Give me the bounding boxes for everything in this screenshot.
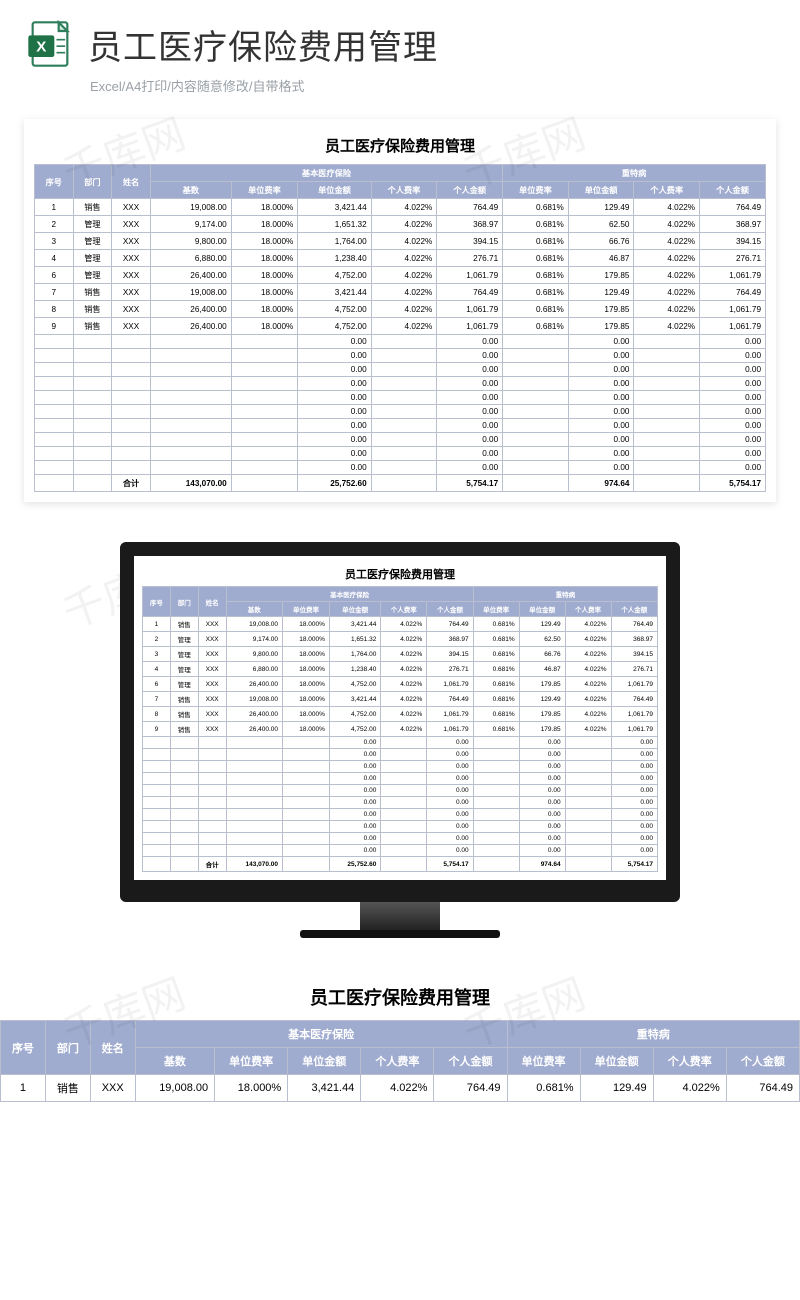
col-group-basic: 基本医疗保险 <box>226 587 473 602</box>
table-row-empty: 0.000.000.000.00 <box>35 377 766 391</box>
col-seq: 序号 <box>1 1021 46 1075</box>
col-pers-rate: 个人费率 <box>371 182 437 199</box>
page-title: 员工医疗保险费用管理 <box>88 20 438 69</box>
col-pers-rate: 个人费率 <box>361 1048 434 1075</box>
table-row-empty: 0.000.000.000.00 <box>35 335 766 349</box>
table-row-empty: 0.000.000.000.00 <box>143 749 658 761</box>
excel-file-icon: X <box>24 18 76 70</box>
col-pers-rate2: 个人费率 <box>634 182 700 199</box>
table-row-empty: 0.000.000.000.00 <box>143 773 658 785</box>
col-pers-amt: 个人金额 <box>427 602 473 617</box>
page-header: X 员工医疗保险费用管理 <box>0 0 800 76</box>
table-row: 9销售XXX26,400.0018.000%4,752.004.022%1,06… <box>35 318 766 335</box>
col-pers-rate: 个人费率 <box>381 602 427 617</box>
table-row-empty: 0.000.000.000.00 <box>143 845 658 857</box>
col-unit-rate2: 单位费率 <box>503 182 569 199</box>
col-dept: 部门 <box>45 1021 90 1075</box>
spreadsheet-table: 序号部门姓名基本医疗保险重特病基数单位费率单位金额个人费率个人金额单位费率单位金… <box>0 1020 800 1102</box>
table-row: 8销售XXX26,400.0018.000%4,752.004.022%1,06… <box>143 707 658 722</box>
table-row: 4管理XXX6,880.0018.000%1,238.404.022%276.7… <box>143 662 658 677</box>
col-unit-rate: 单位费率 <box>283 602 330 617</box>
spreadsheet-table: 序号部门姓名基本医疗保险重特病基数单位费率单位金额个人费率个人金额单位费率单位金… <box>34 164 766 492</box>
table-row: 1销售XXX19,008.0018.000%3,421.444.022%764.… <box>143 617 658 632</box>
col-unit-amt2: 单位金额 <box>568 182 634 199</box>
col-name: 姓名 <box>90 1021 135 1075</box>
col-dept: 部门 <box>73 165 112 199</box>
table-row-empty: 0.000.000.000.00 <box>143 833 658 845</box>
col-unit-amt2: 单位金额 <box>580 1048 653 1075</box>
col-name: 姓名 <box>198 587 226 617</box>
col-dept: 部门 <box>170 587 198 617</box>
col-group-basic: 基本医疗保险 <box>135 1021 507 1048</box>
table-row: 3管理XXX9,800.0018.000%1,764.004.022%394.1… <box>143 647 658 662</box>
template-preview-card: 员工医疗保险费用管理 序号部门姓名基本医疗保险重特病基数单位费率单位金额个人费率… <box>24 119 776 502</box>
col-group-serious: 重特病 <box>473 587 657 602</box>
col-pers-rate2: 个人费率 <box>653 1048 726 1075</box>
col-name: 姓名 <box>112 165 151 199</box>
col-group-basic: 基本医疗保险 <box>150 165 502 182</box>
col-unit-rate: 单位费率 <box>215 1048 288 1075</box>
table-row: 7销售XXX19,008.0018.000%3,421.444.022%764.… <box>143 692 658 707</box>
col-base: 基数 <box>226 602 282 617</box>
table-row: 9销售XXX26,400.0018.000%4,752.004.022%1,06… <box>143 722 658 737</box>
col-pers-amt: 个人金额 <box>434 1048 507 1075</box>
table-row-empty: 0.000.000.000.00 <box>143 797 658 809</box>
col-pers-rate2: 个人费率 <box>565 602 611 617</box>
table-row: 7销售XXX19,008.0018.000%3,421.444.022%764.… <box>35 284 766 301</box>
col-seq: 序号 <box>35 165 74 199</box>
col-unit-amt: 单位金额 <box>288 1048 361 1075</box>
col-unit-rate2: 单位费率 <box>507 1048 580 1075</box>
table-row-empty: 0.000.000.000.00 <box>35 363 766 377</box>
table-row-empty: 0.000.000.000.00 <box>35 391 766 405</box>
table-row-empty: 0.000.000.000.00 <box>35 405 766 419</box>
sheet-title: 员工医疗保险费用管理 <box>0 974 800 1020</box>
sheet-title: 员工医疗保险费用管理 <box>142 564 658 586</box>
table-row-empty: 0.000.000.000.00 <box>143 809 658 821</box>
col-pers-amt2: 个人金额 <box>700 182 766 199</box>
col-unit-amt2: 单位金额 <box>519 602 565 617</box>
table-row-empty: 0.000.000.000.00 <box>35 433 766 447</box>
table-row-empty: 0.000.000.000.00 <box>143 785 658 797</box>
col-group-serious: 重特病 <box>503 165 766 182</box>
col-base: 基数 <box>150 182 231 199</box>
table-row-empty: 0.000.000.000.00 <box>143 761 658 773</box>
col-group-serious: 重特病 <box>507 1021 800 1048</box>
col-pers-amt: 个人金额 <box>437 182 503 199</box>
table-row: 6管理XXX26,400.0018.000%4,752.004.022%1,06… <box>143 677 658 692</box>
col-unit-rate: 单位费率 <box>231 182 298 199</box>
col-pers-amt2: 个人金额 <box>611 602 657 617</box>
spreadsheet-table: 序号部门姓名基本医疗保险重特病基数单位费率单位金额个人费率个人金额单位费率单位金… <box>142 586 658 872</box>
table-total-row: 合计143,070.0025,752.605,754.17974.645,754… <box>143 857 658 872</box>
table-row-empty: 0.000.000.000.00 <box>143 737 658 749</box>
table-row: 1销售XXX19,008.0018.000%3,421.444.022%764.… <box>1 1075 800 1102</box>
monitor-mockup: 员工医疗保险费用管理 序号部门姓名基本医疗保险重特病基数单位费率单位金额个人费率… <box>0 542 800 938</box>
table-row-empty: 0.000.000.000.00 <box>35 419 766 433</box>
table-row: 6管理XXX26,400.0018.000%4,752.004.022%1,06… <box>35 267 766 284</box>
table-row: 2管理XXX9,174.0018.000%1,651.324.022%368.9… <box>143 632 658 647</box>
col-seq: 序号 <box>143 587 171 617</box>
page-subtitle: Excel/A4打印/内容随意修改/自带格式 <box>0 76 800 109</box>
table-row: 8销售XXX26,400.0018.000%4,752.004.022%1,06… <box>35 301 766 318</box>
table-row: 3管理XXX9,800.0018.000%1,764.004.022%394.1… <box>35 233 766 250</box>
col-base: 基数 <box>135 1048 214 1075</box>
table-row: 4管理XXX6,880.0018.000%1,238.404.022%276.7… <box>35 250 766 267</box>
table-row-empty: 0.000.000.000.00 <box>143 821 658 833</box>
col-unit-amt: 单位金额 <box>298 182 371 199</box>
table-row-empty: 0.000.000.000.00 <box>35 447 766 461</box>
table-row: 2管理XXX9,174.0018.000%1,651.324.022%368.9… <box>35 216 766 233</box>
col-pers-amt2: 个人金额 <box>726 1048 799 1075</box>
svg-text:X: X <box>36 39 46 56</box>
col-unit-rate2: 单位费率 <box>473 602 519 617</box>
table-total-row: 合计143,070.0025,752.605,754.17974.645,754… <box>35 475 766 492</box>
table-row-empty: 0.000.000.000.00 <box>35 349 766 363</box>
bottom-preview-strip: 员工医疗保险费用管理 序号部门姓名基本医疗保险重特病基数单位费率单位金额个人费率… <box>0 974 800 1102</box>
sheet-title: 员工医疗保险费用管理 <box>34 129 766 164</box>
col-unit-amt: 单位金额 <box>329 602 380 617</box>
table-row-empty: 0.000.000.000.00 <box>35 461 766 475</box>
table-row: 1销售XXX19,008.0018.000%3,421.444.022%764.… <box>35 199 766 216</box>
